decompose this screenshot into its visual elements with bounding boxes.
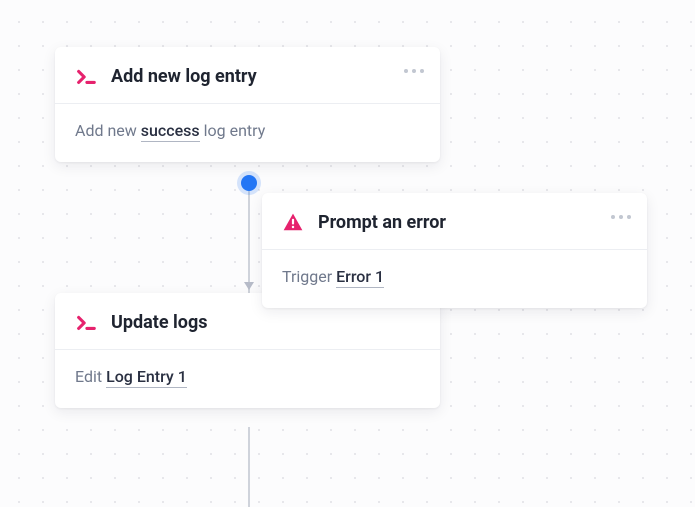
card-body: Add new success log entry	[55, 104, 440, 162]
variable-token[interactable]: Error 1	[336, 267, 384, 288]
card-header: Prompt an error	[262, 193, 647, 249]
connector-arrow-icon	[244, 282, 254, 290]
step-card-prompt-error[interactable]: Prompt an error Trigger Error 1	[262, 193, 647, 308]
flow-canvas[interactable]: Add new log entry Add new success log en…	[0, 0, 695, 507]
code-icon	[75, 65, 97, 87]
more-menu-button[interactable]	[404, 69, 424, 73]
connector-line	[248, 182, 250, 294]
card-title: Update logs	[111, 312, 208, 333]
variable-token[interactable]: success	[141, 121, 200, 142]
step-card-update-logs[interactable]: Update logs Edit Log Entry 1	[55, 293, 440, 408]
connector-node[interactable]	[241, 175, 257, 191]
card-body: Trigger Error 1	[262, 250, 647, 308]
code-icon	[75, 311, 97, 333]
body-text: Edit	[75, 367, 106, 386]
body-text: log entry	[200, 121, 266, 140]
body-text: Trigger	[282, 267, 336, 286]
connector-line	[248, 427, 250, 507]
body-text: Add new	[75, 121, 141, 140]
card-title: Prompt an error	[318, 212, 446, 233]
step-card-add-log[interactable]: Add new log entry Add new success log en…	[55, 47, 440, 162]
card-body: Edit Log Entry 1	[55, 350, 440, 408]
variable-token[interactable]: Log Entry 1	[106, 367, 187, 388]
warning-icon	[282, 211, 304, 233]
more-menu-button[interactable]	[611, 215, 631, 219]
card-header: Add new log entry	[55, 47, 440, 103]
card-title: Add new log entry	[111, 66, 257, 87]
